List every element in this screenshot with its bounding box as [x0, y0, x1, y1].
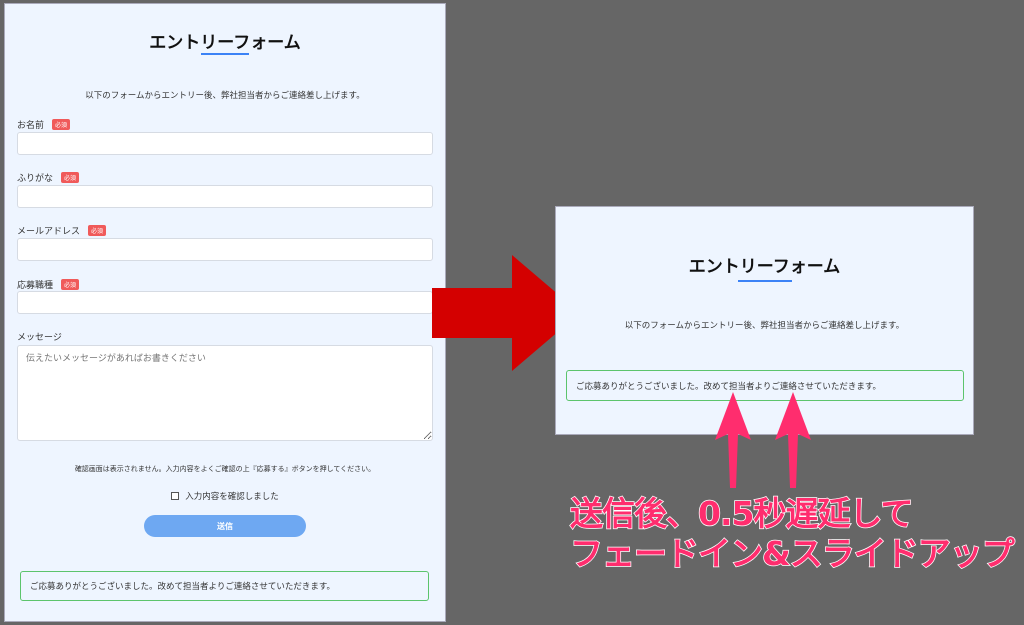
pink-arrows-icon	[715, 392, 811, 488]
checkbox-box[interactable]	[171, 492, 180, 500]
required-badge: 必須	[88, 225, 107, 236]
label-text: メッセージ	[17, 333, 62, 343]
message-textarea[interactable]	[17, 345, 433, 441]
submit-button[interactable]: 送信	[144, 515, 306, 537]
email-label: メールアドレス 必須	[17, 224, 107, 237]
name-input[interactable]	[17, 132, 433, 155]
furigana-label: ふりがな 必須	[17, 171, 80, 184]
annotation-line-2: フェードイン&スライドアップ	[569, 533, 1015, 574]
form-title: エントリーフォーム	[149, 33, 301, 53]
required-badge: 必須	[61, 172, 80, 183]
message-label: メッセージ	[17, 330, 62, 343]
required-badge: 必須	[52, 119, 71, 130]
form-description: 以下のフォームからエントリー後、弊社担当者からご連絡差し上げます。	[85, 91, 365, 101]
confirm-checkbox[interactable]: 入力内容を確認しました	[5, 490, 445, 502]
name-label: お名前 必須	[17, 118, 71, 131]
checkbox-label: 入力内容を確認しました	[185, 492, 279, 502]
email-input[interactable]	[17, 238, 433, 261]
form-title: エントリーフォーム	[688, 257, 841, 277]
label-text: メールアドレス	[17, 227, 81, 237]
furigana-input[interactable]	[17, 185, 433, 208]
title-underline	[201, 53, 249, 55]
required-badge: 必須	[61, 279, 80, 290]
job-type-label: 応募職種 必須	[17, 278, 80, 291]
title-underline	[738, 280, 792, 282]
form-description: 以下のフォームからエントリー後、弊社担当者からご連絡差し上げます。	[624, 321, 905, 331]
job-type-input[interactable]	[17, 291, 433, 314]
label-text: ふりがな	[17, 174, 54, 184]
label-text: お名前	[17, 121, 45, 131]
confirm-note: 確認画面は表示されません。入力内容をよくご確認の上『応募する』ボタンを押してくだ…	[74, 465, 376, 473]
success-message: ご応募ありがとうございました。改めて担当者よりご連絡させていただきます。	[20, 571, 429, 601]
form-before-submit: エントリーフォーム 以下のフォームからエントリー後、弊社担当者からご連絡差し上げ…	[4, 3, 446, 622]
label-text: 応募職種	[17, 281, 54, 291]
